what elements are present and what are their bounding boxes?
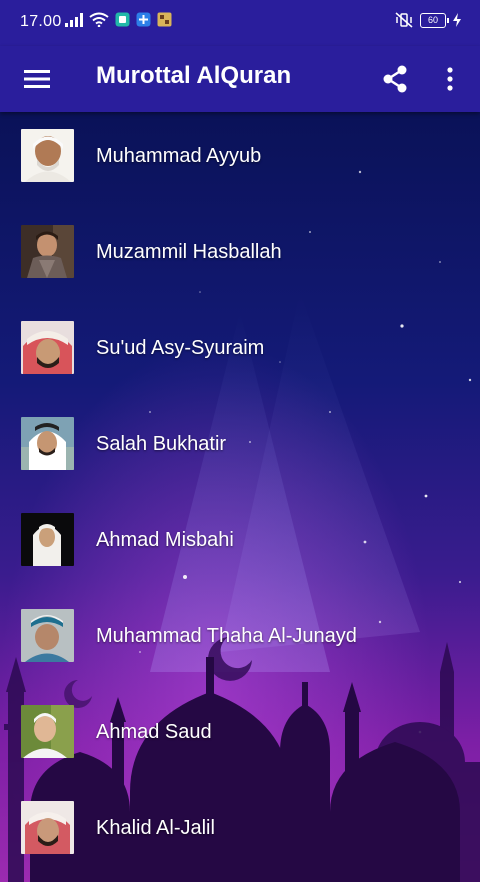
list-item[interactable]: Salah Bukhatir [0,400,480,496]
reciter-avatar [21,225,74,278]
list-item[interactable]: Muhammad Ayyub [0,112,480,208]
signal-icon [65,12,83,27]
charging-bolt-icon [453,13,461,27]
list-item[interactable]: Ahmad Misbahi [0,496,480,592]
battery-level: 60 [427,14,438,25]
battery-indicator: 60 [420,12,449,28]
notification-app-icon [157,12,172,27]
reciter-name: Su'ud Asy-Syuraim [96,337,265,359]
reciter-name: Muhammad Ayyub [96,145,262,167]
reciter-avatar [21,705,74,758]
notification-app-icon [115,12,130,27]
reciter-avatar [21,417,74,470]
reciter-name: Ahmad Misbahi [96,529,234,551]
status-bar: 17.00 60 [0,0,480,46]
more-vert-icon[interactable] [428,57,472,101]
notification-app-icon [136,12,151,27]
list-item[interactable]: Khalid Al-Jalil [0,784,480,880]
reciter-avatar [21,513,74,566]
reciter-avatar [21,321,74,374]
reciter-avatar [21,609,74,662]
reciter-list: Muhammad Ayyub Muzammil Hasballah Su'ud … [0,112,480,880]
list-item[interactable]: Muzammil Hasballah [0,208,480,304]
vibrate-off-icon [395,12,413,28]
reciter-name: Muhammad Thaha Al-Junayd [96,625,357,647]
reciter-name: Muzammil Hasballah [96,241,282,263]
wifi-icon [89,12,109,27]
list-item[interactable]: Muhammad Thaha Al-Junayd [0,592,480,688]
content-area: Muhammad Ayyub Muzammil Hasballah Su'ud … [0,112,480,882]
list-item[interactable]: Su'ud Asy-Syuraim [0,304,480,400]
reciter-name: Ahmad Saud [96,721,212,743]
status-right-icons: 60 [394,12,462,28]
hamburger-menu-icon[interactable] [15,57,59,101]
reciter-avatar [21,129,74,182]
reciter-name: Salah Bukhatir [96,433,227,455]
app-title: Murottal AlQuran [96,62,292,89]
reciter-name: Khalid Al-Jalil [96,817,215,839]
status-left-icons [65,12,172,27]
list-item[interactable]: Ahmad Saud [0,688,480,784]
app-bar: Murottal AlQuran [0,46,480,112]
share-icon[interactable] [373,57,417,101]
reciter-avatar [21,801,74,854]
status-time: 17.00 [20,13,62,30]
